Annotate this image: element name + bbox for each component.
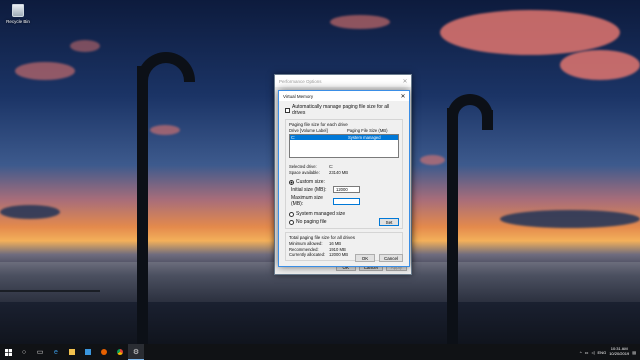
auto-manage-label: Automatically manage paging file size fo… bbox=[292, 104, 390, 116]
total-group-label: Total paging file size for all drives bbox=[289, 235, 356, 240]
system-managed-radio[interactable] bbox=[289, 211, 294, 217]
wallpaper-cloud bbox=[0, 205, 60, 219]
close-icon[interactable]: ✕ bbox=[397, 93, 409, 100]
auto-manage-row[interactable]: Automatically manage paging file size fo… bbox=[285, 104, 403, 116]
pier bbox=[0, 290, 100, 292]
store-icon[interactable] bbox=[80, 344, 96, 360]
no-paging-label: No paging file bbox=[296, 219, 327, 225]
search-icon[interactable]: ○ bbox=[16, 344, 32, 360]
currently-allocated-value: 12000 MB bbox=[329, 252, 349, 257]
recycle-bin-label: Recycle Bin bbox=[6, 19, 30, 24]
notifications-icon[interactable]: ▤ bbox=[632, 350, 636, 355]
file-explorer-icon[interactable] bbox=[64, 344, 80, 360]
drive-paging-size: System managed bbox=[348, 135, 381, 140]
initial-size-input[interactable] bbox=[333, 186, 360, 193]
virtual-memory-footer: OK Cancel bbox=[354, 254, 403, 262]
system-managed-label: System managed size bbox=[296, 211, 346, 217]
wallpaper-cloud bbox=[500, 210, 640, 228]
vm-cancel-button[interactable]: Cancel bbox=[378, 254, 403, 262]
wallpaper-cloud bbox=[560, 50, 640, 80]
system-managed-option[interactable]: System managed size bbox=[289, 211, 399, 217]
virtual-memory-titlebar: Virtual Memory ✕ bbox=[279, 91, 409, 101]
initial-size-row: Initial size (MB): bbox=[289, 186, 399, 193]
custom-size-label: Custom size: bbox=[296, 179, 325, 185]
no-paging-option[interactable]: No paging file Set bbox=[289, 218, 399, 226]
pole bbox=[482, 110, 493, 130]
paging-file-group: Paging file size for each drive Drive [V… bbox=[285, 119, 403, 229]
pole bbox=[137, 66, 148, 344]
custom-size-option[interactable]: Custom size: bbox=[289, 179, 399, 185]
wallpaper-cloud bbox=[330, 15, 390, 29]
wallpaper-cloud bbox=[440, 10, 620, 55]
space-available-value: 23140 MB bbox=[329, 169, 349, 175]
no-paging-radio[interactable] bbox=[289, 219, 294, 225]
task-view-icon[interactable]: ▭ bbox=[32, 344, 48, 360]
maximum-size-row: Maximum size (MB): bbox=[289, 195, 399, 207]
recycle-bin-icon bbox=[12, 4, 24, 17]
auto-manage-checkbox[interactable] bbox=[285, 107, 290, 113]
drive-list[interactable]: C: System managed bbox=[289, 134, 399, 158]
initial-size-label: Initial size (MB): bbox=[291, 186, 327, 193]
paging-group-label: Paging file size for each drive bbox=[289, 122, 348, 127]
wallpaper-cloud bbox=[150, 125, 180, 135]
system-tray: ^ ▭ ◁ ENG 10:31 AM 10/20/2019 ▤ bbox=[580, 347, 640, 356]
custom-size-radio[interactable] bbox=[289, 179, 294, 185]
currently-allocated-label: Currently allocated: bbox=[289, 252, 326, 257]
vm-ok-button[interactable]: OK bbox=[354, 254, 375, 262]
wallpaper-cloud bbox=[15, 62, 75, 80]
dialog-title: Virtual Memory bbox=[283, 93, 314, 99]
volume-icon[interactable]: ◁ bbox=[591, 350, 594, 355]
firefox-icon[interactable] bbox=[96, 344, 112, 360]
start-icon[interactable] bbox=[0, 344, 16, 360]
chevron-up-icon[interactable]: ^ bbox=[580, 350, 582, 355]
clock-date: 10/20/2019 bbox=[609, 351, 630, 356]
col-size-header: Paging File Size (MB) bbox=[347, 128, 388, 133]
network-icon[interactable]: ▭ bbox=[585, 350, 589, 355]
clock[interactable]: 10:31 AM 10/20/2019 bbox=[609, 347, 629, 356]
chrome-icon[interactable] bbox=[112, 344, 128, 360]
pole bbox=[447, 108, 458, 344]
maximum-size-label: Maximum size (MB): bbox=[291, 195, 323, 207]
space-available-label: Space available: bbox=[289, 169, 320, 175]
col-drive-header: Drive [Volume Label] bbox=[289, 128, 328, 133]
window-title: Performance Options bbox=[279, 78, 322, 84]
maximum-size-input[interactable] bbox=[333, 197, 360, 205]
space-available-row: Space available: 23140 MB bbox=[289, 170, 399, 176]
wallpaper-cloud bbox=[420, 155, 445, 165]
recycle-bin-shortcut[interactable]: Recycle Bin bbox=[4, 4, 32, 24]
set-button[interactable]: Set bbox=[379, 218, 399, 226]
performance-options-titlebar: Performance Options ✕ bbox=[275, 75, 411, 87]
taskbar: ○ ▭ e ⚙ ^ ▭ ◁ ENG 10:31 AM 10/20/2019 ▤ bbox=[0, 344, 640, 360]
virtual-memory-dialog: Virtual Memory ✕ Automatically manage pa… bbox=[278, 90, 410, 267]
wallpaper-cloud bbox=[70, 40, 100, 52]
language-indicator[interactable]: ENG bbox=[598, 350, 607, 355]
drive-list-row[interactable]: C: System managed bbox=[290, 135, 398, 140]
edge-icon[interactable]: e bbox=[48, 344, 64, 360]
drive-list-header: Drive [Volume Label] Paging File Size (M… bbox=[289, 128, 399, 133]
close-icon[interactable]: ✕ bbox=[399, 78, 411, 85]
drive-name: C: bbox=[291, 135, 296, 140]
settings-icon[interactable]: ⚙ bbox=[128, 344, 144, 360]
